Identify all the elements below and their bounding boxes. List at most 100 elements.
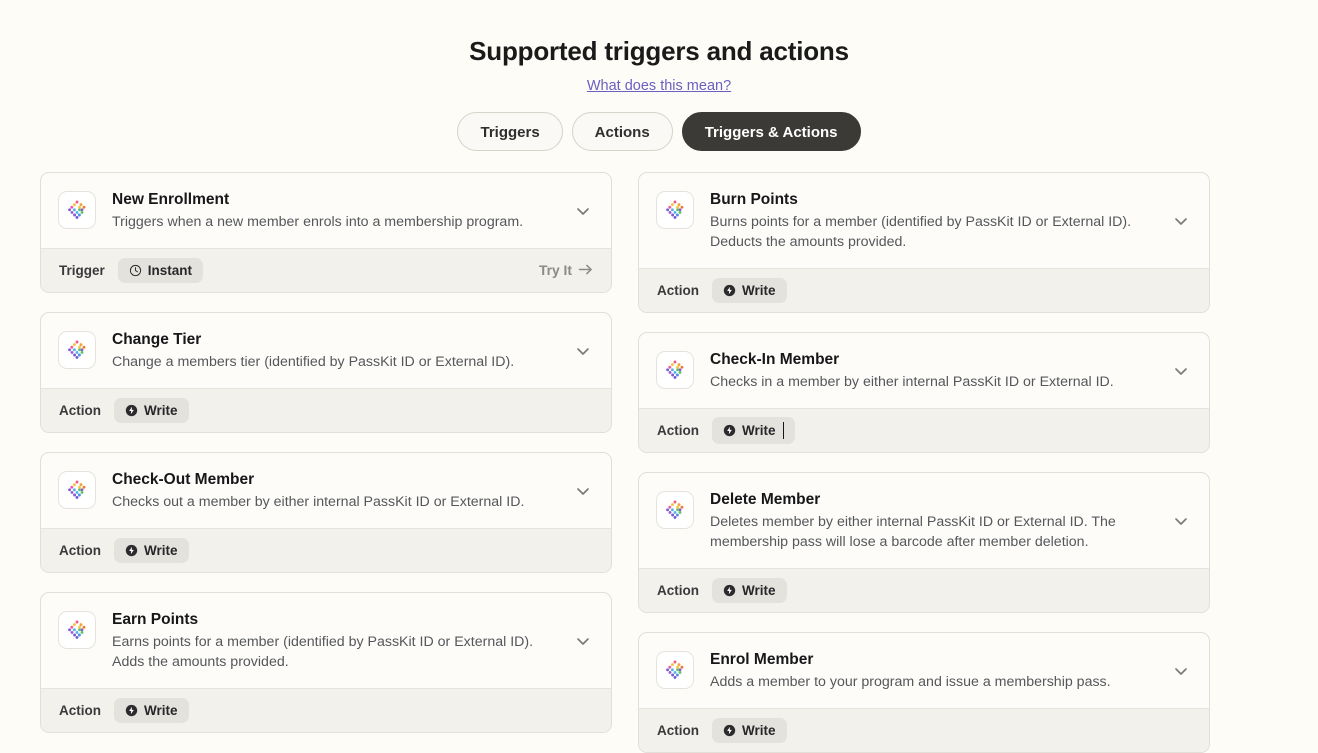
left-column: New Enrollment Triggers when a new member… (40, 172, 612, 733)
card: Enrol Member Adds a member to your progra… (638, 632, 1210, 753)
write-bolt-icon (723, 284, 736, 297)
what-does-this-mean-link[interactable]: What does this mean? (587, 78, 731, 94)
card-description: Earns points for a member (identified by… (112, 632, 552, 672)
card-kind-label: Action (657, 583, 699, 598)
card-body: Enrol Member Adds a member to your progra… (639, 633, 1209, 708)
card: Earn Points Earns points for a member (id… (40, 592, 612, 733)
supported-triggers-actions-page: Supported triggers and actions What does… (0, 0, 1318, 737)
card-title: Enrol Member (710, 650, 1155, 669)
card-body: Check-Out Member Checks out a member by e… (41, 453, 611, 528)
card-badge-label: Write (144, 703, 178, 718)
tab-triggers-actions[interactable]: Triggers & Actions (682, 112, 861, 151)
card-description: Checks out a member by either internal P… (112, 492, 552, 512)
chevron-down-icon[interactable] (1171, 511, 1191, 531)
try-it-button[interactable]: Try It (539, 263, 593, 279)
card-text: Earn Points Earns points for a member (id… (112, 610, 573, 672)
card-description: Deletes member by either internal PassKi… (710, 512, 1150, 552)
card-kind-label: Action (657, 723, 699, 738)
card-description: Checks in a member by either internal Pa… (710, 372, 1150, 392)
card-text: Change TierChange a members tier (identi… (112, 330, 573, 372)
card-badge-label: Instant (148, 263, 192, 278)
write-bolt-icon (125, 404, 138, 417)
try-it-label: Try It (539, 263, 572, 278)
passkit-logo-icon (58, 191, 96, 229)
write-bolt-icon (723, 424, 736, 437)
card-badge[interactable]: Write (114, 538, 189, 563)
chevron-down-icon[interactable] (573, 341, 593, 361)
card-title: Check-Out Member (112, 470, 557, 489)
card-description: Triggers when a new member enrols into a… (112, 212, 552, 232)
card-text: Burn Points Burns points for a member (id… (710, 190, 1171, 252)
card-footer: Action Write (639, 268, 1209, 312)
card: Check-Out Member Checks out a member by e… (40, 452, 612, 573)
write-bolt-icon (125, 544, 138, 557)
card-badge[interactable]: Write (712, 278, 787, 303)
write-bolt-icon (723, 584, 736, 597)
chevron-down-icon[interactable] (573, 201, 593, 221)
card-footer: Action Write (639, 568, 1209, 612)
tab-actions[interactable]: Actions (572, 112, 673, 151)
card: Burn Points Burns points for a member (id… (638, 172, 1210, 313)
card-footer: Action Write (41, 388, 611, 432)
card-text: Enrol Member Adds a member to your progra… (710, 650, 1171, 692)
passkit-logo-icon (58, 471, 96, 509)
card-footer: Action Write (41, 528, 611, 572)
card-badge[interactable]: Write (712, 718, 787, 743)
card-body: Check-In Member Checks in a member by eit… (639, 333, 1209, 408)
card-text: New Enrollment Triggers when a new member… (112, 190, 573, 232)
help-link-wrap: What does this mean? (0, 77, 1318, 95)
card-title: Delete Member (710, 490, 1155, 509)
chevron-down-icon[interactable] (1171, 361, 1191, 381)
card-body: Delete Member Deletes member by either in… (639, 473, 1209, 568)
card-title: Check-In Member (710, 350, 1155, 369)
card-badge-label: Write (742, 423, 776, 438)
card-body: Burn Points Burns points for a member (id… (639, 173, 1209, 268)
passkit-logo-icon (656, 651, 694, 689)
card-badge-label: Write (742, 283, 776, 298)
text-cursor (783, 422, 784, 439)
tab-triggers[interactable]: Triggers (457, 112, 562, 151)
card: Delete Member Deletes member by either in… (638, 472, 1210, 613)
card-title: Burn Points (710, 190, 1155, 209)
card-title: New Enrollment (112, 190, 557, 209)
card-badge[interactable]: Write (712, 578, 787, 603)
card-description: Adds a member to your program and issue … (710, 672, 1150, 692)
card: New Enrollment Triggers when a new member… (40, 172, 612, 293)
card-title: Earn Points (112, 610, 557, 629)
right-column: Burn Points Burns points for a member (id… (638, 172, 1210, 753)
page-title: Supported triggers and actions (0, 0, 1318, 66)
card-body: Earn Points Earns points for a member (id… (41, 593, 611, 688)
chevron-down-icon[interactable] (573, 481, 593, 501)
write-bolt-icon (723, 724, 736, 737)
card-badge[interactable]: Write (114, 398, 189, 423)
card-footer: Action Write (639, 708, 1209, 752)
card-footer: Action Write (639, 408, 1209, 452)
chevron-down-icon[interactable] (1171, 211, 1191, 231)
card-badge-label: Write (144, 403, 178, 418)
card-badge[interactable]: Instant (118, 258, 203, 283)
card-kind-label: Trigger (59, 263, 105, 278)
card: Change TierChange a members tier (identi… (40, 312, 612, 433)
chevron-down-icon[interactable] (573, 631, 593, 651)
card-badge-label: Write (742, 723, 776, 738)
card-badge-label: Write (144, 543, 178, 558)
card-body: New Enrollment Triggers when a new member… (41, 173, 611, 248)
card-text: Check-In Member Checks in a member by eit… (710, 350, 1171, 392)
card-description: Burns points for a member (identified by… (710, 212, 1150, 252)
card-kind-label: Action (59, 543, 101, 558)
card-badge[interactable]: Write (712, 417, 795, 444)
card-badge[interactable]: Write (114, 698, 189, 723)
card-badge-label: Write (742, 583, 776, 598)
filter-tabs: Triggers ActionsTriggers & Actions (0, 112, 1318, 151)
clock-icon (129, 264, 142, 277)
card-kind-label: Action (59, 703, 101, 718)
cards-columns: New Enrollment Triggers when a new member… (0, 172, 1318, 753)
passkit-logo-icon (58, 611, 96, 649)
card-kind-label: Action (59, 403, 101, 418)
card-body: Change TierChange a members tier (identi… (41, 313, 611, 388)
passkit-logo-icon (656, 351, 694, 389)
card-kind-label: Action (657, 283, 699, 298)
card-kind-label: Action (657, 423, 699, 438)
card-footer: Trigger Instant Try It (41, 248, 611, 292)
chevron-down-icon[interactable] (1171, 661, 1191, 681)
